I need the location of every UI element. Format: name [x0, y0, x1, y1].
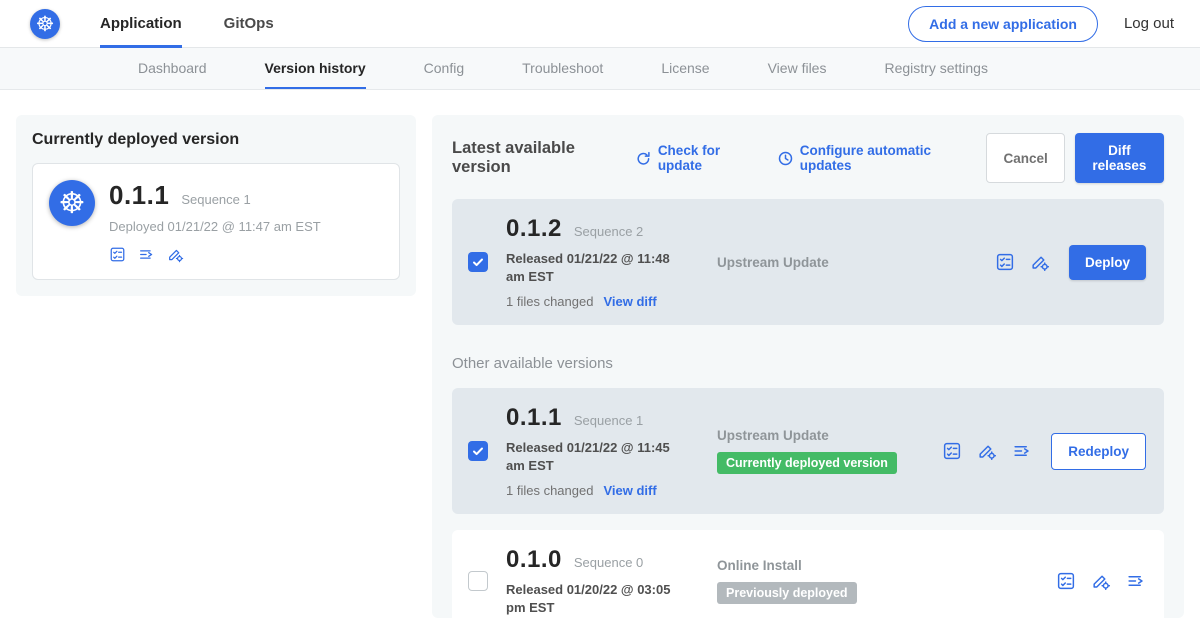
currently-deployed-badge: Currently deployed version [717, 452, 897, 474]
app-kubernetes-icon: ☸ [49, 180, 95, 226]
release-notes-icon[interactable] [109, 246, 126, 263]
add-application-button[interactable]: Add a new application [908, 6, 1098, 42]
version-number: 0.1.0 [506, 546, 562, 574]
version-source: Upstream Update [717, 428, 942, 443]
version-sequence: Sequence 0 [574, 555, 643, 570]
version-checkbox[interactable] [468, 252, 488, 272]
version-number: 0.1.2 [506, 215, 562, 243]
subnav-item-view-files[interactable]: View files [768, 48, 827, 89]
release-notes-icon[interactable] [995, 252, 1015, 272]
version-released: Released 01/21/22 @ 11:45 am EST [506, 439, 691, 474]
version-released: Released 01/21/22 @ 11:48 am EST [506, 250, 691, 285]
tab-application[interactable]: Application [100, 0, 182, 48]
subnav-item-license[interactable]: License [661, 48, 709, 89]
release-notes-icon[interactable] [1056, 571, 1076, 591]
files-changed: 1 files changed [506, 483, 593, 498]
refresh-icon [635, 150, 652, 167]
version-source-block: Upstream Update [711, 255, 995, 270]
version-row-0-1-0: 0.1.0 Sequence 0 Released 01/20/22 @ 03:… [452, 530, 1164, 618]
version-sequence: Sequence 2 [574, 224, 643, 239]
version-source-block: Online Install Previously deployed [711, 558, 1056, 604]
edit-config-icon[interactable] [1030, 252, 1050, 272]
version-info: 0.1.2 Sequence 2 Released 01/21/22 @ 11:… [506, 215, 711, 309]
cancel-button[interactable]: Cancel [986, 133, 1064, 183]
deployed-version-sequence: Sequence 1 [181, 192, 250, 207]
version-sequence: Sequence 1 [574, 413, 643, 428]
version-checkbox[interactable] [468, 441, 488, 461]
release-notes-icon[interactable] [942, 441, 962, 461]
currently-deployed-card: Currently deployed version ☸ 0.1.1 Seque… [16, 115, 416, 296]
latest-version-title: Latest available version [452, 139, 617, 177]
redeploy-button[interactable]: Redeploy [1051, 433, 1146, 470]
version-checkbox[interactable] [468, 571, 488, 591]
edit-config-icon[interactable] [977, 441, 997, 461]
check-for-update-link[interactable]: Check for update [635, 143, 753, 173]
other-versions-title: Other available versions [452, 355, 1164, 372]
deployed-version-number: 0.1.1 [109, 180, 169, 211]
version-source: Upstream Update [717, 255, 995, 270]
deployed-version-info: 0.1.1 Sequence 1 Deployed 01/21/22 @ 11:… [109, 180, 321, 263]
previously-deployed-badge: Previously deployed [717, 582, 857, 604]
deployed-version-card: ☸ 0.1.1 Sequence 1 Deployed 01/21/22 @ 1… [32, 163, 400, 280]
version-released: Released 01/20/22 @ 03:05 pm EST [506, 581, 691, 616]
subnav-item-troubleshoot[interactable]: Troubleshoot [522, 48, 603, 89]
subnav-item-config[interactable]: Config [424, 48, 464, 89]
diff-releases-button[interactable]: Diff releases [1075, 133, 1164, 183]
clock-icon [777, 150, 794, 167]
check-for-update-label: Check for update [658, 143, 753, 173]
deploy-button[interactable]: Deploy [1069, 245, 1146, 280]
deployed-timestamp: Deployed 01/21/22 @ 11:47 am EST [109, 219, 321, 234]
view-diff-link[interactable]: View diff [603, 294, 656, 309]
version-source: Online Install [717, 558, 1056, 573]
files-changed: 1 files changed [506, 294, 593, 309]
left-column: Currently deployed version ☸ 0.1.1 Seque… [16, 115, 416, 618]
version-row-0-1-2: 0.1.2 Sequence 2 Released 01/21/22 @ 11:… [452, 199, 1164, 325]
subnav-item-dashboard[interactable]: Dashboard [138, 48, 207, 89]
version-source-block: Upstream Update Currently deployed versi… [711, 428, 942, 474]
tab-gitops[interactable]: GitOps [224, 0, 274, 48]
version-history-panel: Latest available version Check for updat… [432, 115, 1184, 618]
subnav-item-version-history[interactable]: Version history [265, 48, 366, 89]
edit-config-icon[interactable] [1091, 571, 1111, 591]
logs-icon[interactable] [138, 246, 155, 263]
version-info: 0.1.1 Sequence 1 Released 01/21/22 @ 11:… [506, 404, 711, 498]
logs-icon[interactable] [1126, 571, 1146, 591]
version-info: 0.1.0 Sequence 0 Released 01/20/22 @ 03:… [506, 546, 711, 616]
edit-config-icon[interactable] [167, 246, 184, 263]
deployed-card-title: Currently deployed version [32, 131, 400, 149]
kubernetes-logo-icon: ☸ [30, 9, 60, 39]
top-bar: ☸ Application GitOps Add a new applicati… [0, 0, 1200, 48]
panel-header: Latest available version Check for updat… [452, 133, 1164, 183]
configure-updates-label: Configure automatic updates [800, 143, 963, 173]
main-content: Currently deployed version ☸ 0.1.1 Seque… [0, 90, 1200, 634]
configure-updates-link[interactable]: Configure automatic updates [777, 143, 963, 173]
logout-link[interactable]: Log out [1124, 15, 1174, 32]
view-diff-link[interactable]: View diff [603, 483, 656, 498]
app-sub-nav: Dashboard Version history Config Trouble… [0, 48, 1200, 90]
logs-icon[interactable] [1012, 441, 1032, 461]
version-number: 0.1.1 [506, 404, 562, 432]
subnav-item-registry-settings[interactable]: Registry settings [884, 48, 987, 89]
version-row-0-1-1: 0.1.1 Sequence 1 Released 01/21/22 @ 11:… [452, 388, 1164, 514]
